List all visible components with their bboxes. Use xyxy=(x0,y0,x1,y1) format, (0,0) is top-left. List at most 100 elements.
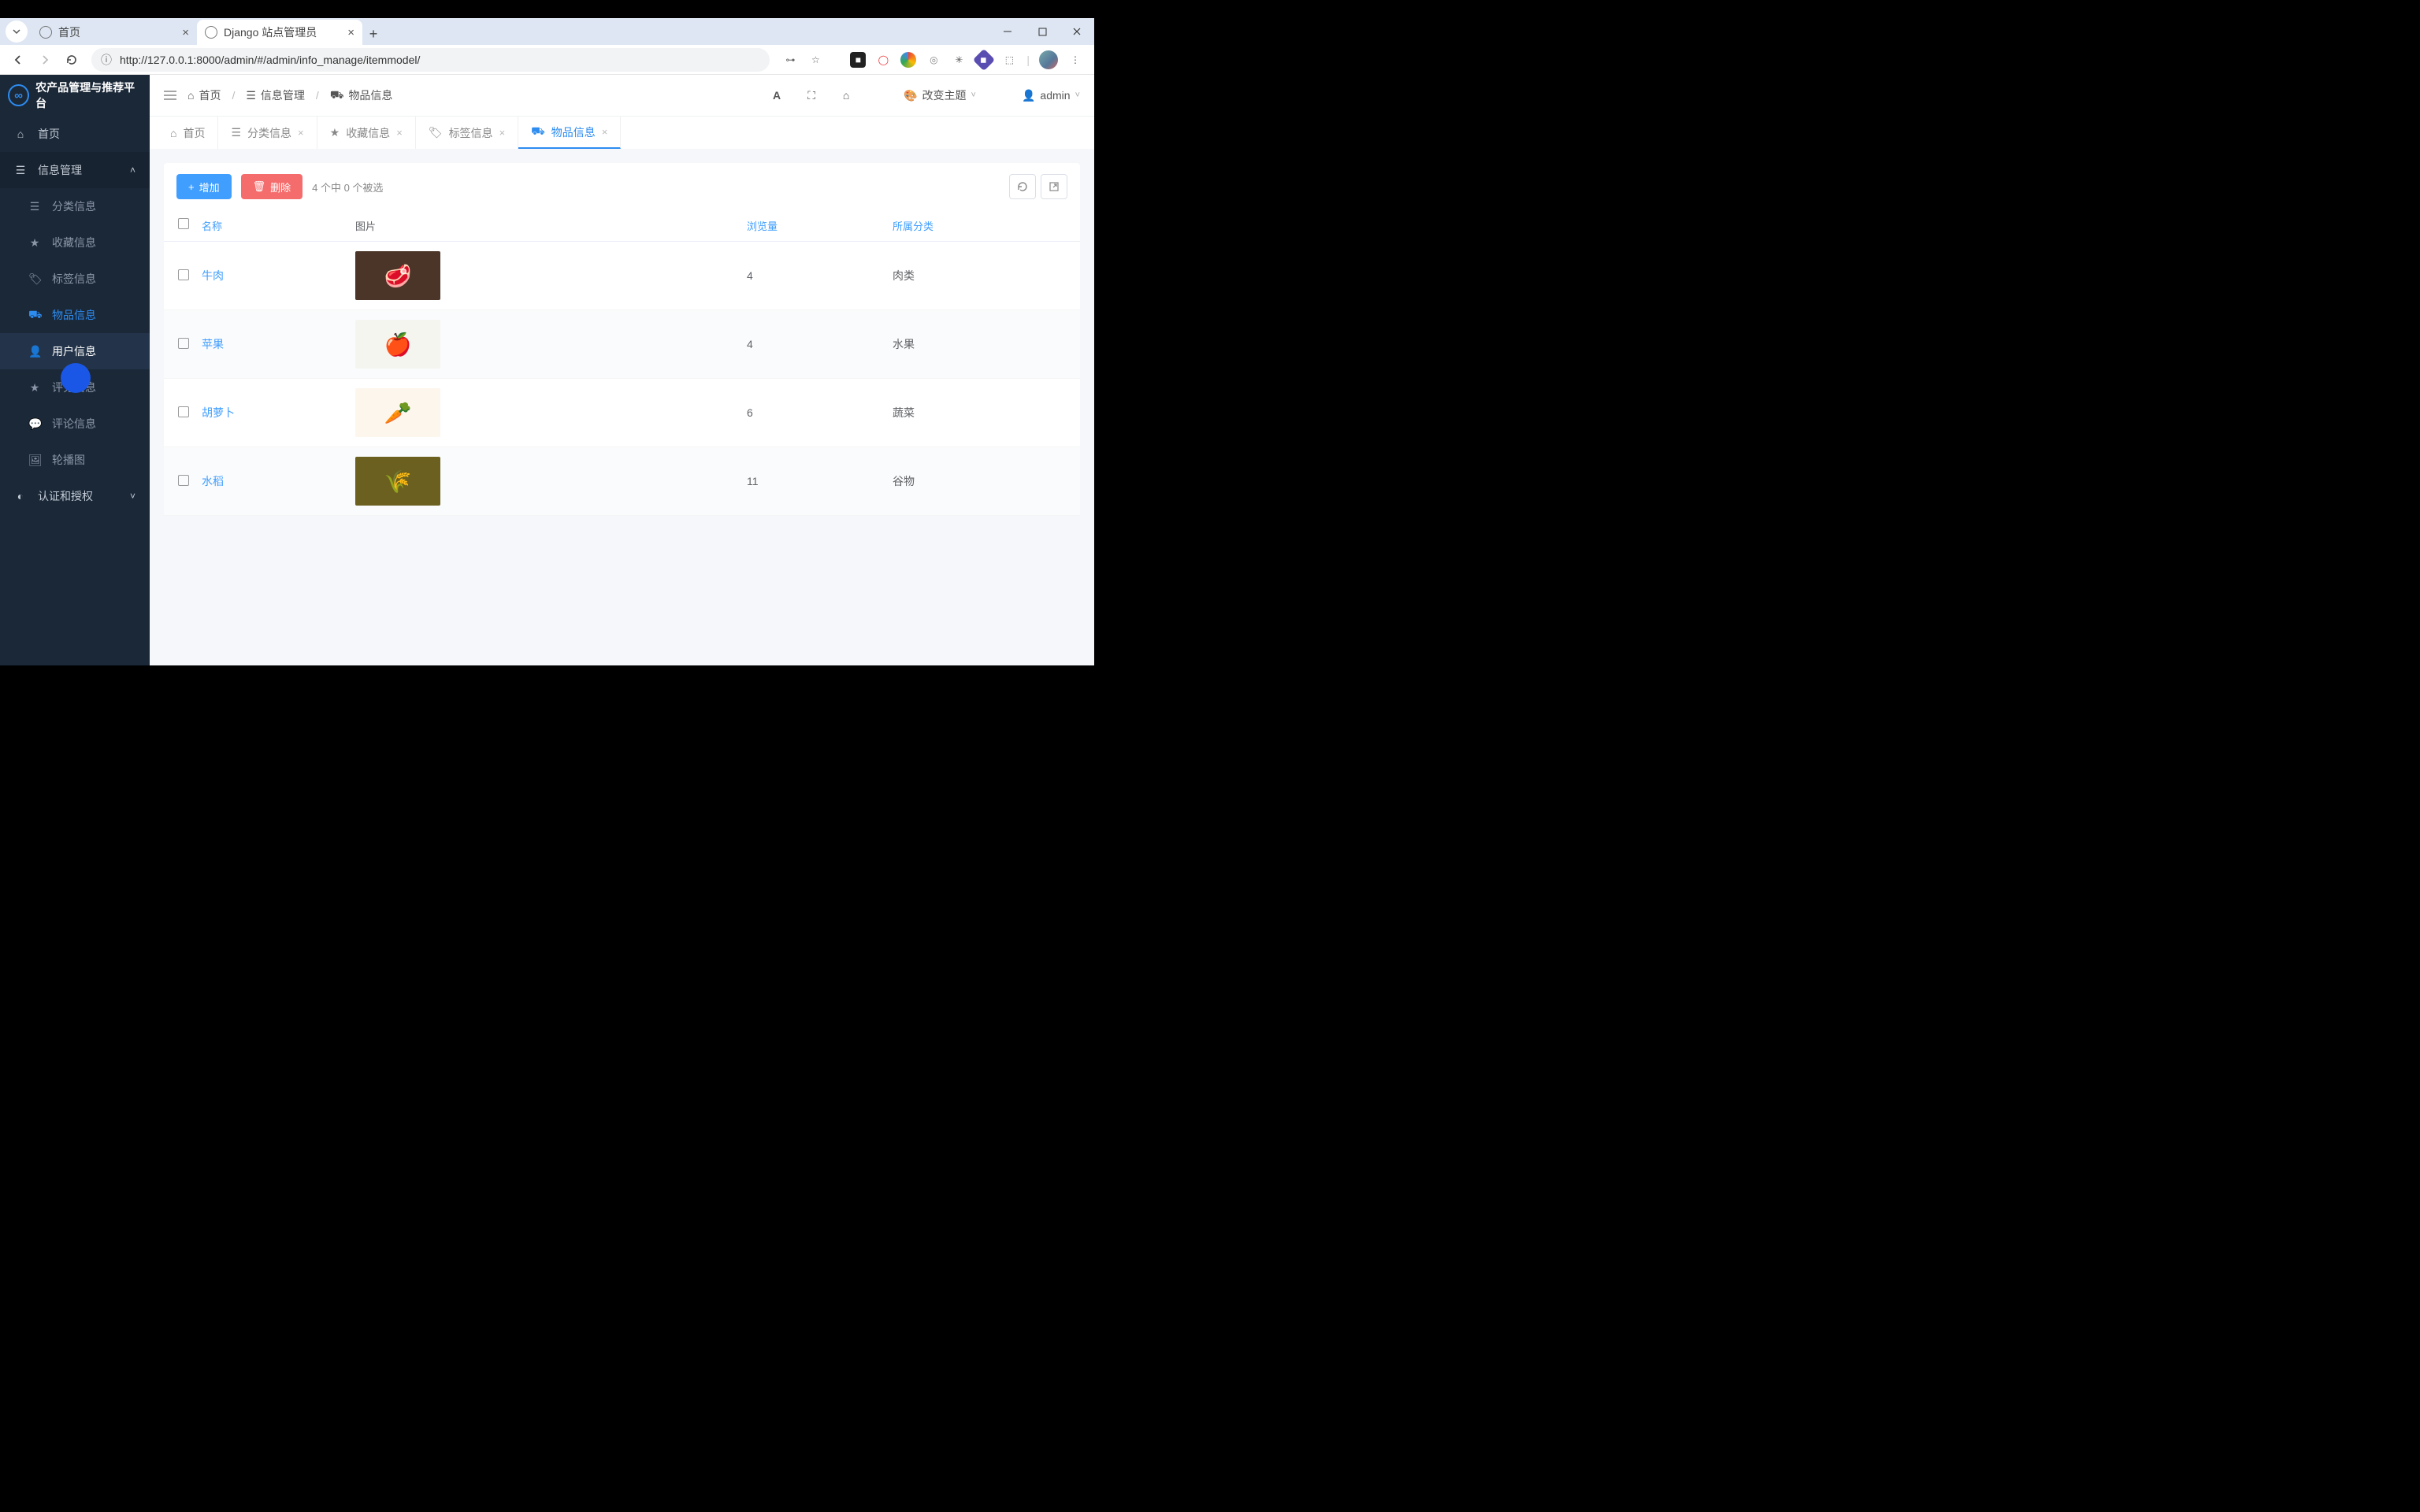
bookmark-star-icon[interactable]: ☆ xyxy=(807,52,823,68)
sidebar-item[interactable]: 🏷标签信息 xyxy=(0,261,150,297)
delete-button[interactable]: 🗑 删除 xyxy=(241,174,303,199)
page-tab[interactable]: ⌂首页 xyxy=(158,117,218,149)
logo-icon: ∞ xyxy=(8,84,29,106)
row-thumbnail[interactable]: 🌾 xyxy=(355,457,440,506)
close-icon[interactable]: × xyxy=(347,26,354,39)
user-icon: 👤 xyxy=(1022,89,1035,102)
row-name-link[interactable]: 胡萝卜 xyxy=(202,405,355,421)
truck-icon: ⛟ xyxy=(28,308,41,323)
column-header-category[interactable]: 所属分类 xyxy=(893,218,1066,233)
app-logo[interactable]: ∞ 农产品管理与推荐平台 xyxy=(0,75,150,116)
add-button[interactable]: + 增加 xyxy=(176,174,232,199)
refresh-button[interactable] xyxy=(1009,174,1036,199)
row-views: 6 xyxy=(747,406,893,419)
extensions-menu-icon[interactable]: ⬚ xyxy=(1001,52,1017,68)
shield-icon: ◐ xyxy=(14,490,27,502)
row-name-link[interactable]: 苹果 xyxy=(202,336,355,352)
close-window-button[interactable] xyxy=(1060,18,1094,45)
row-views: 11 xyxy=(747,475,893,487)
home-button[interactable]: ⌂ xyxy=(834,89,858,102)
close-icon[interactable]: × xyxy=(182,26,189,39)
breadcrumb-home[interactable]: ⌂ 首页 xyxy=(187,87,221,103)
extension-icon[interactable]: ◯ xyxy=(875,52,891,68)
sidebar-section-info[interactable]: ☰ 信息管理 ˄ xyxy=(0,152,150,188)
breadcrumb-section[interactable]: ☰ 信息管理 xyxy=(246,87,305,103)
user-menu-button[interactable]: 👤 admin ˅ xyxy=(1022,89,1080,102)
extension-icon[interactable]: ◆ xyxy=(973,48,995,70)
fullscreen-button[interactable]: ⛶ xyxy=(800,89,823,102)
user-icon: 👤 xyxy=(28,345,41,358)
database-icon: ☰ xyxy=(246,89,256,102)
browser-tab-inactive[interactable]: 首页 × xyxy=(32,20,197,45)
back-button[interactable] xyxy=(6,48,30,72)
column-header-views[interactable]: 浏览量 xyxy=(747,218,893,233)
chrome-menu-icon[interactable]: ⋮ xyxy=(1067,52,1083,68)
breadcrumb-separator: / xyxy=(316,89,319,102)
sidebar-item[interactable]: ☰分类信息 xyxy=(0,188,150,224)
row-checkbox[interactable] xyxy=(178,269,189,280)
row-name-link[interactable]: 水稻 xyxy=(202,473,355,489)
sidebar-section-auth[interactable]: ◐ 认证和授权 ˅ xyxy=(0,478,150,514)
export-button[interactable] xyxy=(1041,174,1067,199)
trash-icon: 🗑 xyxy=(253,180,266,193)
row-thumbnail[interactable]: 🍎 xyxy=(355,320,440,369)
page-tabs: ⌂首页☰分类信息×★收藏信息×🏷标签信息×⛟物品信息× xyxy=(150,116,1094,149)
row-name-link[interactable]: 牛肉 xyxy=(202,268,355,284)
close-icon[interactable]: × xyxy=(396,127,403,139)
header: ⌂ 首页 / ☰ 信息管理 / ⛟ 物品信息 A ⛶ ⌂ xyxy=(150,75,1094,116)
browser-tab-active[interactable]: Django 站点管理员 × xyxy=(197,20,362,45)
tab-title: Django 站点管理员 xyxy=(224,24,317,40)
maximize-button[interactable] xyxy=(1025,18,1060,45)
page-tab[interactable]: ★收藏信息× xyxy=(317,117,416,149)
breadcrumb-separator: / xyxy=(232,89,235,102)
tab-search-button[interactable] xyxy=(6,20,28,43)
close-icon[interactable]: × xyxy=(499,127,506,139)
sidebar-item[interactable]: 🖼轮播图 xyxy=(0,442,150,478)
extension-icon[interactable]: ✳ xyxy=(951,52,967,68)
row-thumbnail[interactable]: 🥕 xyxy=(355,388,440,437)
sidebar-item[interactable]: ★收藏信息 xyxy=(0,224,150,261)
extension-icon[interactable] xyxy=(900,52,916,68)
address-bar: ⓘ http://127.0.0.1:8000/admin/#/admin/in… xyxy=(0,45,1094,75)
row-category: 蔬菜 xyxy=(893,405,1066,421)
close-icon[interactable]: × xyxy=(298,127,304,139)
page-tab[interactable]: ⛟物品信息× xyxy=(518,117,621,149)
row-checkbox[interactable] xyxy=(178,338,189,349)
row-views: 4 xyxy=(747,338,893,350)
row-checkbox[interactable] xyxy=(178,406,189,417)
site-info-icon[interactable]: ⓘ xyxy=(101,52,112,68)
plus-icon: + xyxy=(188,181,195,193)
sidebar-label: 首页 xyxy=(38,126,60,142)
chat-icon: 💬 xyxy=(28,417,41,431)
browser-tab-strip: 首页 × Django 站点管理员 × + xyxy=(0,18,1094,45)
sidebar-item[interactable]: ⛟物品信息 xyxy=(0,297,150,333)
page-tab[interactable]: ☰分类信息× xyxy=(218,117,317,149)
row-checkbox[interactable] xyxy=(178,475,189,486)
menu-toggle-button[interactable] xyxy=(164,90,176,101)
extension-icon[interactable]: ◎ xyxy=(926,52,941,68)
theme-button[interactable]: 🎨 改变主题 ˅ xyxy=(904,87,976,103)
close-icon[interactable]: × xyxy=(602,126,608,138)
sidebar-item[interactable]: ★评分信息 xyxy=(0,369,150,406)
sidebar-label: 信息管理 xyxy=(38,162,82,178)
sidebar-label: 标签信息 xyxy=(52,271,96,287)
url-bar[interactable]: ⓘ http://127.0.0.1:8000/admin/#/admin/in… xyxy=(91,48,770,72)
profile-avatar[interactable] xyxy=(1039,50,1058,69)
reload-button[interactable] xyxy=(60,48,84,72)
truck-icon: ⛟ xyxy=(330,88,344,103)
extension-icon[interactable]: ■ xyxy=(850,52,866,68)
page-tab[interactable]: 🏷标签信息× xyxy=(416,117,518,149)
sidebar-item[interactable]: 💬评论信息 xyxy=(0,406,150,442)
sidebar-label: 认证和授权 xyxy=(38,488,93,504)
font-button[interactable]: A xyxy=(765,89,789,102)
sidebar-item-home[interactable]: ⌂ 首页 xyxy=(0,116,150,152)
row-category: 谷物 xyxy=(893,473,1066,489)
forward-button[interactable] xyxy=(33,48,57,72)
select-all-checkbox[interactable] xyxy=(178,218,189,229)
sidebar-item[interactable]: 👤用户信息 xyxy=(0,333,150,369)
password-icon[interactable]: ⊶ xyxy=(782,52,798,68)
new-tab-button[interactable]: + xyxy=(362,23,384,45)
row-thumbnail[interactable]: 🥩 xyxy=(355,251,440,300)
minimize-button[interactable] xyxy=(990,18,1025,45)
column-header-name[interactable]: 名称 xyxy=(202,218,355,233)
